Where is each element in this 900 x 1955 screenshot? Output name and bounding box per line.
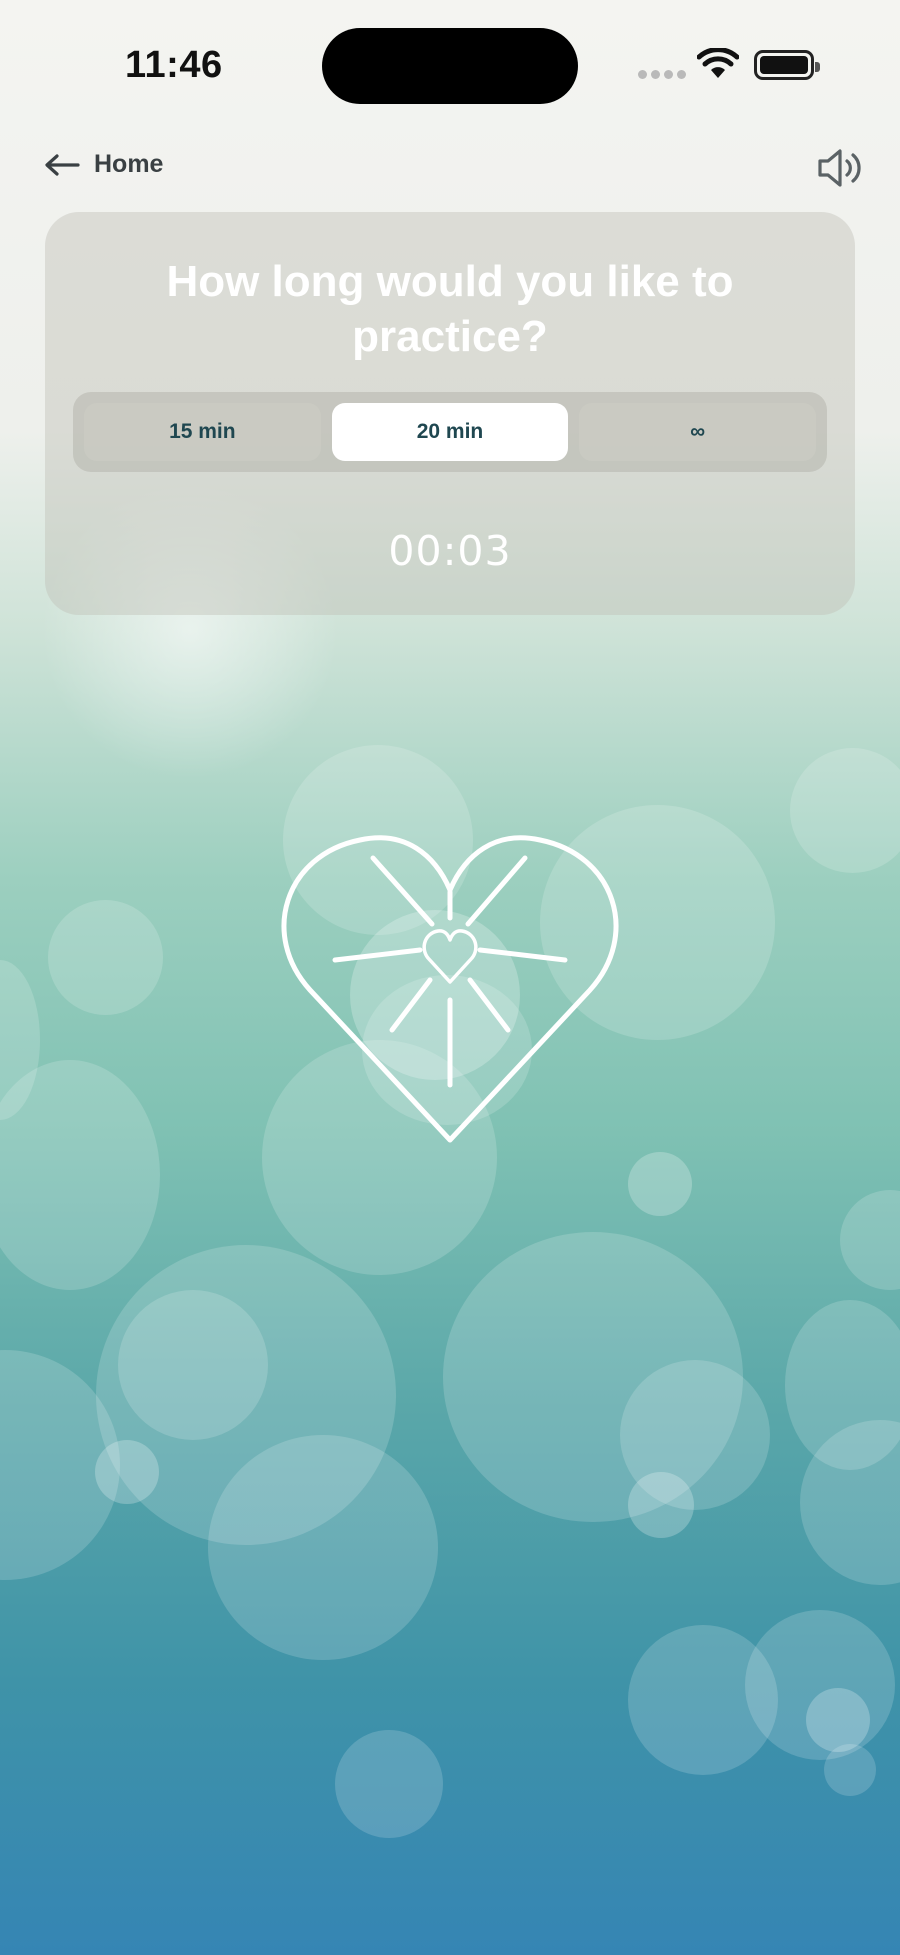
practice-timer: 00:03 xyxy=(388,527,512,575)
speaker-volume-icon xyxy=(818,149,861,187)
heart-radiating-icon xyxy=(281,835,619,1143)
sound-toggle-button[interactable] xyxy=(814,143,864,193)
duration-segmented-control: 15 min 20 min ∞ xyxy=(73,392,827,472)
practice-duration-card: How long would you like to practice? 15 … xyxy=(45,212,855,615)
duration-option-15[interactable]: 15 min xyxy=(84,403,321,461)
duration-option-20[interactable]: 20 min xyxy=(331,403,569,461)
dynamic-island xyxy=(322,28,578,104)
status-bar: 11:46 xyxy=(0,0,900,120)
arrow-left-icon xyxy=(45,153,80,176)
practice-question-title: How long would you like to practice? xyxy=(166,257,734,361)
wifi-icon xyxy=(697,48,739,78)
status-time: 11:46 xyxy=(125,44,223,86)
back-home-button[interactable]: Home xyxy=(44,150,163,179)
duration-option-infinite[interactable]: ∞ xyxy=(579,403,817,461)
battery-icon xyxy=(754,50,820,80)
cellular-signal-icon xyxy=(638,70,686,79)
back-label: Home xyxy=(94,150,164,178)
